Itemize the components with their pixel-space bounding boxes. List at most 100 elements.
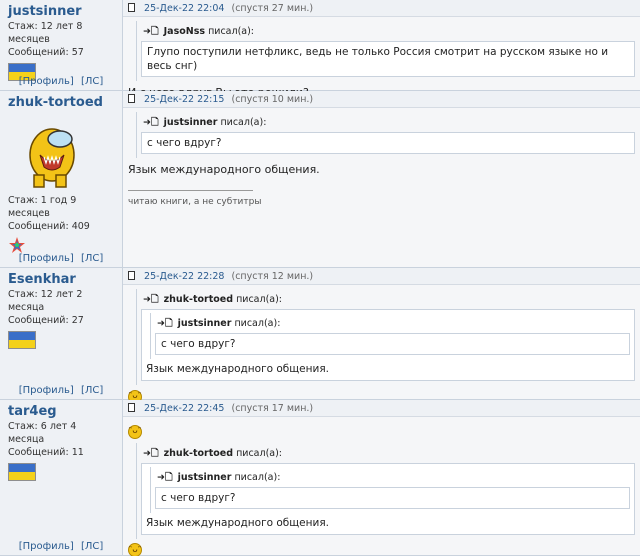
quote-header: ➜🗋 zhuk-tortoed писал(а): bbox=[141, 447, 635, 461]
quote-block: ➜🗋 zhuk-tortoed писал(а): ➜🗋 justsinner … bbox=[136, 289, 635, 385]
nested-quote-block: ➜🗋 justsinner писал(а): с чего вдруг? bbox=[150, 313, 630, 359]
quote-wrote: писал(а): bbox=[220, 117, 267, 128]
quote-arrow-icon: ➜🗋 bbox=[157, 318, 173, 329]
document-icon[interactable] bbox=[128, 94, 135, 103]
author-links: [Профиль] [ЛС] bbox=[0, 541, 122, 552]
quote-arrow-icon: ➜🗋 bbox=[143, 294, 159, 305]
quote-wrote: писал(а): bbox=[236, 294, 282, 305]
quote-text: с чего вдруг? bbox=[155, 333, 630, 355]
profile-link[interactable]: [Профиль] bbox=[19, 541, 74, 552]
author-tenure: Стаж: 1 год 9 месяцев bbox=[8, 195, 77, 219]
author-name[interactable]: tar4eg bbox=[8, 403, 114, 420]
quote-wrote: писал(а): bbox=[234, 318, 281, 329]
post-date-link[interactable]: 25-Дек-22 22:45 bbox=[144, 403, 224, 414]
profile-link[interactable]: [Профиль] bbox=[19, 385, 74, 396]
pm-link[interactable]: [ЛС] bbox=[81, 253, 103, 264]
quote-text: Язык международного общения. bbox=[146, 516, 329, 529]
author-message-count: Сообщений: 27 bbox=[8, 315, 84, 326]
quote-author: JasoNss bbox=[163, 26, 206, 37]
quote-author: justsinner bbox=[177, 318, 232, 329]
post-author-panel: Esenkhar Стаж: 12 лет 2 месяца Сообщений… bbox=[0, 268, 123, 399]
post: tar4eg Стаж: 6 лет 4 месяца Сообщений: 1… bbox=[0, 400, 640, 556]
quote-author: justsinner bbox=[163, 117, 218, 128]
rank-star-icon bbox=[9, 237, 25, 253]
nested-quote-block: ➜🗋 justsinner писал(а): с чего вдруг? bbox=[150, 466, 630, 513]
author-name[interactable]: justsinner bbox=[8, 3, 114, 20]
pm-link[interactable]: [ЛС] bbox=[81, 541, 103, 552]
post-elapsed: (спустя 12 мин.) bbox=[231, 271, 314, 282]
post-elapsed: (спустя 27 мин.) bbox=[231, 3, 314, 14]
quote-arrow-icon: ➜🗋 bbox=[143, 26, 159, 37]
quote-text: Язык международного общения. bbox=[146, 363, 329, 375]
quote-author: zhuk-tortoed bbox=[163, 447, 234, 459]
author-message-count: Сообщений: 11 bbox=[8, 447, 84, 458]
quote-block: ➜🗋 zhuk-tortoed писал(а): ➜🗋 justsinner … bbox=[136, 442, 635, 539]
author-links: [Профиль] [ЛС] bbox=[0, 76, 122, 87]
post: zhuk-tortoed Стаж: 1 год 9 месяцев Сообщ… bbox=[0, 91, 640, 268]
author-tenure: Стаж: 12 лет 2 месяца bbox=[8, 289, 83, 313]
post-author-panel: tar4eg Стаж: 6 лет 4 месяца Сообщений: 1… bbox=[0, 400, 123, 555]
post-content: 25-Дек-22 22:45 (спустя 17 мин.) ᵔᴗᵔ ➜🗋 … bbox=[123, 400, 640, 556]
quote-wrote: писал(а): bbox=[208, 26, 254, 37]
post-content: 25-Дек-22 22:04 (спустя 27 мин.) ➜🗋 Jaso… bbox=[123, 0, 640, 99]
post-date-link[interactable]: 25-Дек-22 22:28 bbox=[144, 271, 224, 282]
post-author-panel: zhuk-tortoed Стаж: 1 год 9 месяцев Сообщ… bbox=[0, 91, 123, 267]
quote-header: ➜🗋 justsinner писал(а): bbox=[141, 116, 635, 130]
quote-author: zhuk-tortoed bbox=[163, 294, 234, 305]
post-text: ᵔᴗᵔ bbox=[128, 421, 635, 443]
quote-author: justsinner bbox=[177, 471, 232, 483]
post-header: 25-Дек-22 22:15 (спустя 10 мин.) bbox=[123, 91, 640, 108]
author-name[interactable]: zhuk-tortoed bbox=[8, 94, 114, 111]
pm-link[interactable]: [ЛС] bbox=[81, 76, 103, 87]
quote-text: с чего вдруг? bbox=[141, 132, 635, 154]
author-message-count: Сообщений: 57 bbox=[8, 47, 84, 58]
post: Esenkhar Стаж: 12 лет 2 месяца Сообщений… bbox=[0, 268, 640, 404]
post-elapsed: (спустя 10 мин.) bbox=[231, 94, 314, 105]
post-elapsed: (спустя 17 мин.) bbox=[231, 403, 314, 414]
post: justsinner Стаж: 12 лет 8 месяцев Сообще… bbox=[0, 0, 640, 99]
document-icon[interactable] bbox=[128, 271, 135, 280]
quote-block: ➜🗋 justsinner писал(а): с чего вдруг? bbox=[136, 112, 635, 158]
author-name[interactable]: Esenkhar bbox=[8, 271, 114, 288]
post-content: 25-Дек-22 22:15 (спустя 10 мин.) ➜🗋 just… bbox=[123, 91, 640, 267]
quote-text: с чего вдруг? bbox=[155, 486, 630, 509]
author-tenure: Стаж: 6 лет 4 месяца bbox=[8, 421, 77, 445]
quote-header: ➜🗋 JasoNss писал(а): bbox=[141, 25, 635, 39]
profile-link[interactable]: [Профиль] bbox=[19, 253, 74, 264]
avatar bbox=[29, 128, 75, 188]
quote-text: Глупо поступили нетфликс, ведь не только… bbox=[141, 41, 635, 77]
document-icon[interactable] bbox=[128, 3, 135, 12]
pm-link[interactable]: [ЛС] bbox=[81, 385, 103, 396]
laughing-smiley-icon: ᵔᴗᵔ bbox=[128, 424, 142, 439]
quote-wrote: писал(а): bbox=[236, 447, 282, 459]
quote-header: ➜🗋 justsinner писал(а): bbox=[155, 317, 630, 331]
quote-outer-box: ➜🗋 justsinner писал(а): с чего вдруг? Яз… bbox=[141, 462, 635, 535]
quote-arrow-icon: ➜🗋 bbox=[143, 117, 159, 128]
quote-arrow-icon: ➜🗋 bbox=[157, 471, 173, 483]
post-date-link[interactable]: 25-Дек-22 22:04 bbox=[144, 3, 224, 14]
post-header: 25-Дек-22 22:28 (спустя 12 мин.) bbox=[123, 268, 640, 285]
profile-link[interactable]: [Профиль] bbox=[19, 76, 74, 87]
quote-wrote: писал(а): bbox=[234, 471, 281, 483]
post-date-link[interactable]: 25-Дек-22 22:15 bbox=[144, 94, 224, 105]
quote-header: ➜🗋 zhuk-tortoed писал(а): bbox=[141, 293, 635, 307]
signature: читаю книги, а не субтитры bbox=[128, 190, 261, 207]
quote-block: ➜🗋 JasoNss писал(а): Глупо поступили нет… bbox=[136, 21, 635, 81]
author-message-count: Сообщений: 409 bbox=[8, 221, 90, 232]
post-author-panel: justsinner Стаж: 12 лет 8 месяцев Сообще… bbox=[0, 0, 123, 90]
ukraine-flag-icon bbox=[8, 331, 36, 349]
quote-header: ➜🗋 justsinner писал(а): bbox=[155, 471, 630, 485]
ukraine-flag-icon bbox=[8, 463, 36, 481]
quote-arrow-icon: ➜🗋 bbox=[143, 447, 159, 459]
author-links: [Профиль] [ЛС] bbox=[0, 253, 122, 264]
post-body: ➜🗋 zhuk-tortoed писал(а): ➜🗋 justsinner … bbox=[123, 285, 640, 407]
post-header: 25-Дек-22 22:45 (спустя 17 мин.) bbox=[123, 400, 640, 417]
laughing-smiley-icon: ᵔᴗᵔ bbox=[128, 543, 142, 556]
quote-outer-box: ➜🗋 justsinner писал(а): с чего вдруг? Яз… bbox=[141, 309, 635, 381]
author-tenure: Стаж: 12 лет 8 месяцев bbox=[8, 21, 83, 45]
author-links: [Профиль] [ЛС] bbox=[0, 385, 122, 396]
post-body: ᵔᴗᵔ ➜🗋 zhuk-tortoed писал(а): ➜🗋 justsin… bbox=[123, 417, 640, 556]
document-icon[interactable] bbox=[128, 403, 135, 412]
post-content: 25-Дек-22 22:28 (спустя 12 мин.) ➜🗋 zhuk… bbox=[123, 268, 640, 404]
topic-thread: justsinner Стаж: 12 лет 8 месяцев Сообще… bbox=[0, 0, 640, 556]
